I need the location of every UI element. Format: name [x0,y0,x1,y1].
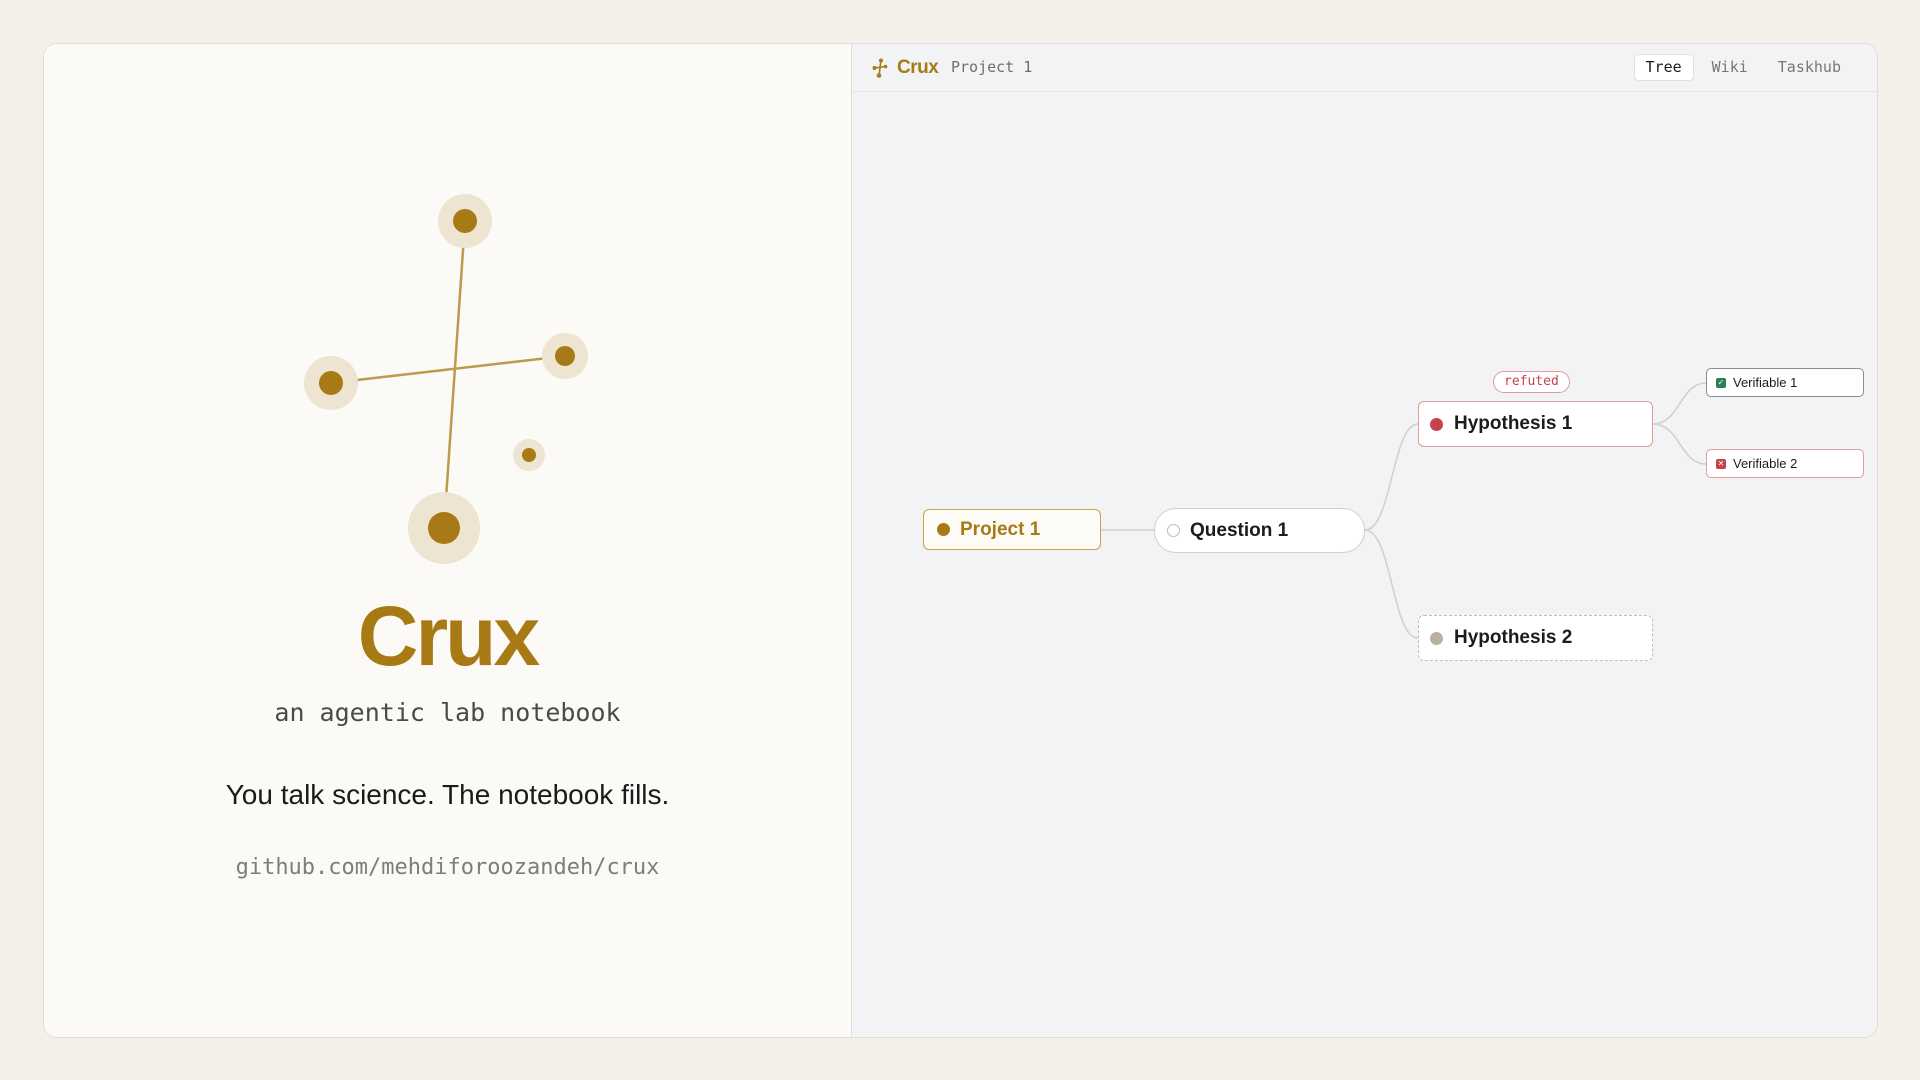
node-label: Verifiable 2 [1733,456,1798,471]
question-status-dot [1167,524,1180,537]
hypothesis-status-dot [1430,417,1443,431]
node-label: Verifiable 1 [1733,375,1798,390]
repo-link[interactable]: github.com/mehdiforoozandeh/crux [44,855,851,881]
tree-node-verifiable-2[interactable]: ✕ Verifiable 2 [1706,449,1864,478]
brand-title: Crux [357,589,540,683]
node-label: Question 1 [1190,519,1289,541]
node-label: Hypothesis 1 [1454,413,1573,434]
project-status-dot [937,523,950,536]
brand-tagline: You talk science. The notebook fills. [225,779,670,810]
node-label: Project 1 [960,518,1041,540]
checkmark-icon: ✓ [1716,377,1726,388]
app-frame: Crux an agentic lab notebook You talk sc… [43,43,1878,1038]
node-label: Hypothesis 2 [1454,627,1573,648]
tree-node-verifiable-1[interactable]: ✓ Verifiable 1 [1706,368,1864,397]
brand-subtitle: an agentic lab notebook [274,698,621,727]
cross-icon: ✕ [1716,458,1726,469]
tree-node-hypothesis-1[interactable]: Hypothesis 1 [1418,401,1653,447]
status-badge: refuted [1493,371,1570,393]
tree-node-question[interactable]: Question 1 [1154,508,1365,553]
tree-node-project[interactable]: Project 1 [923,509,1101,550]
crux-logo-icon [304,194,588,564]
tree-node-hypothesis-2[interactable]: Hypothesis 2 [1418,615,1653,661]
brand-panel: Crux an agentic lab notebook You talk sc… [44,44,852,1037]
hypothesis-status-dot [1430,631,1443,645]
app-panel: Crux Project 1 Tree Wiki Taskhub Project… [852,44,1877,1037]
